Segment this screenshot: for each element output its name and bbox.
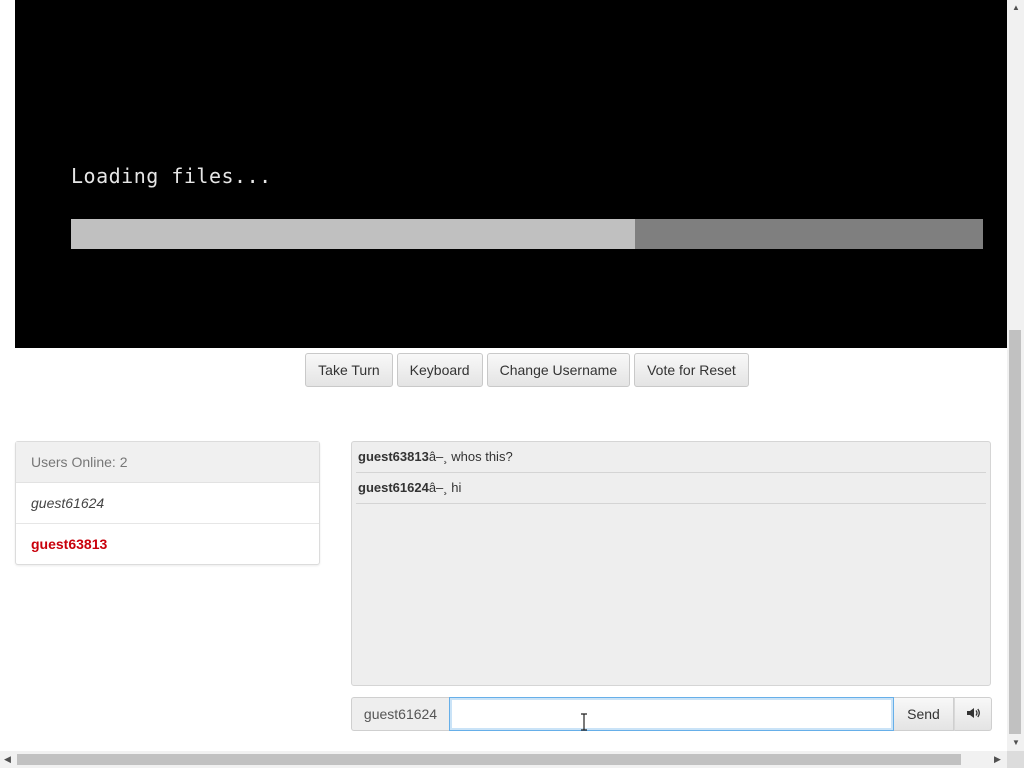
change-username-button[interactable]: Change Username <box>486 353 631 387</box>
chat-input-group: guest61624 Send <box>351 697 992 731</box>
loading-progress-bar <box>71 219 983 249</box>
vm-screen[interactable]: Loading files... <box>15 0 1007 348</box>
users-online-panel: Users Online: 2 guest61624 guest63813 <box>15 441 320 565</box>
chat-message-text: hi <box>451 480 462 495</box>
scroll-down-icon[interactable]: ▼ <box>1012 738 1020 747</box>
vm-toolbar: Take Turn Keyboard Change Username Vote … <box>0 353 1024 387</box>
loading-progress-fill <box>71 219 635 249</box>
chat-message: guest63813â–¸ whos this? <box>356 442 986 473</box>
chat-message-separator: â–¸ <box>428 480 448 495</box>
vote-reset-button[interactable]: Vote for Reset <box>634 353 749 387</box>
chat-log[interactable]: guest63813â–¸ whos this? guest61624â–¸ h… <box>351 441 991 686</box>
speaker-icon <box>966 706 980 722</box>
sound-toggle-button[interactable] <box>954 697 992 731</box>
user-list-item[interactable]: guest61624 <box>16 483 319 524</box>
horizontal-scrollbar[interactable]: ◀ ▶ <box>0 751 1007 768</box>
vertical-scroll-thumb[interactable] <box>1009 330 1021 734</box>
chat-message-separator: â–¸ <box>428 449 448 464</box>
chat-message-user: guest61624 <box>358 480 429 495</box>
send-button[interactable]: Send <box>894 697 954 731</box>
users-online-header: Users Online: 2 <box>16 442 319 483</box>
scroll-right-icon[interactable]: ▶ <box>994 754 1001 765</box>
loading-text: Loading files... <box>71 164 272 188</box>
chat-message-user: guest63813 <box>358 449 429 464</box>
take-turn-button[interactable]: Take Turn <box>305 353 393 387</box>
horizontal-scroll-thumb[interactable] <box>17 754 961 765</box>
chat-message: guest61624â–¸ hi <box>356 473 986 504</box>
user-list-item-self[interactable]: guest63813 <box>16 524 319 564</box>
scroll-up-icon[interactable]: ▲ <box>1012 3 1020 12</box>
scrollbar-corner <box>1007 751 1024 768</box>
chat-message-input[interactable] <box>449 697 894 731</box>
scroll-left-icon[interactable]: ◀ <box>4 754 11 765</box>
vertical-scrollbar[interactable]: ▲ ▼ <box>1007 0 1024 751</box>
keyboard-button[interactable]: Keyboard <box>396 353 483 387</box>
chat-username-label: guest61624 <box>351 697 449 731</box>
chat-message-text: whos this? <box>451 449 513 464</box>
text-cursor-icon <box>579 713 589 731</box>
